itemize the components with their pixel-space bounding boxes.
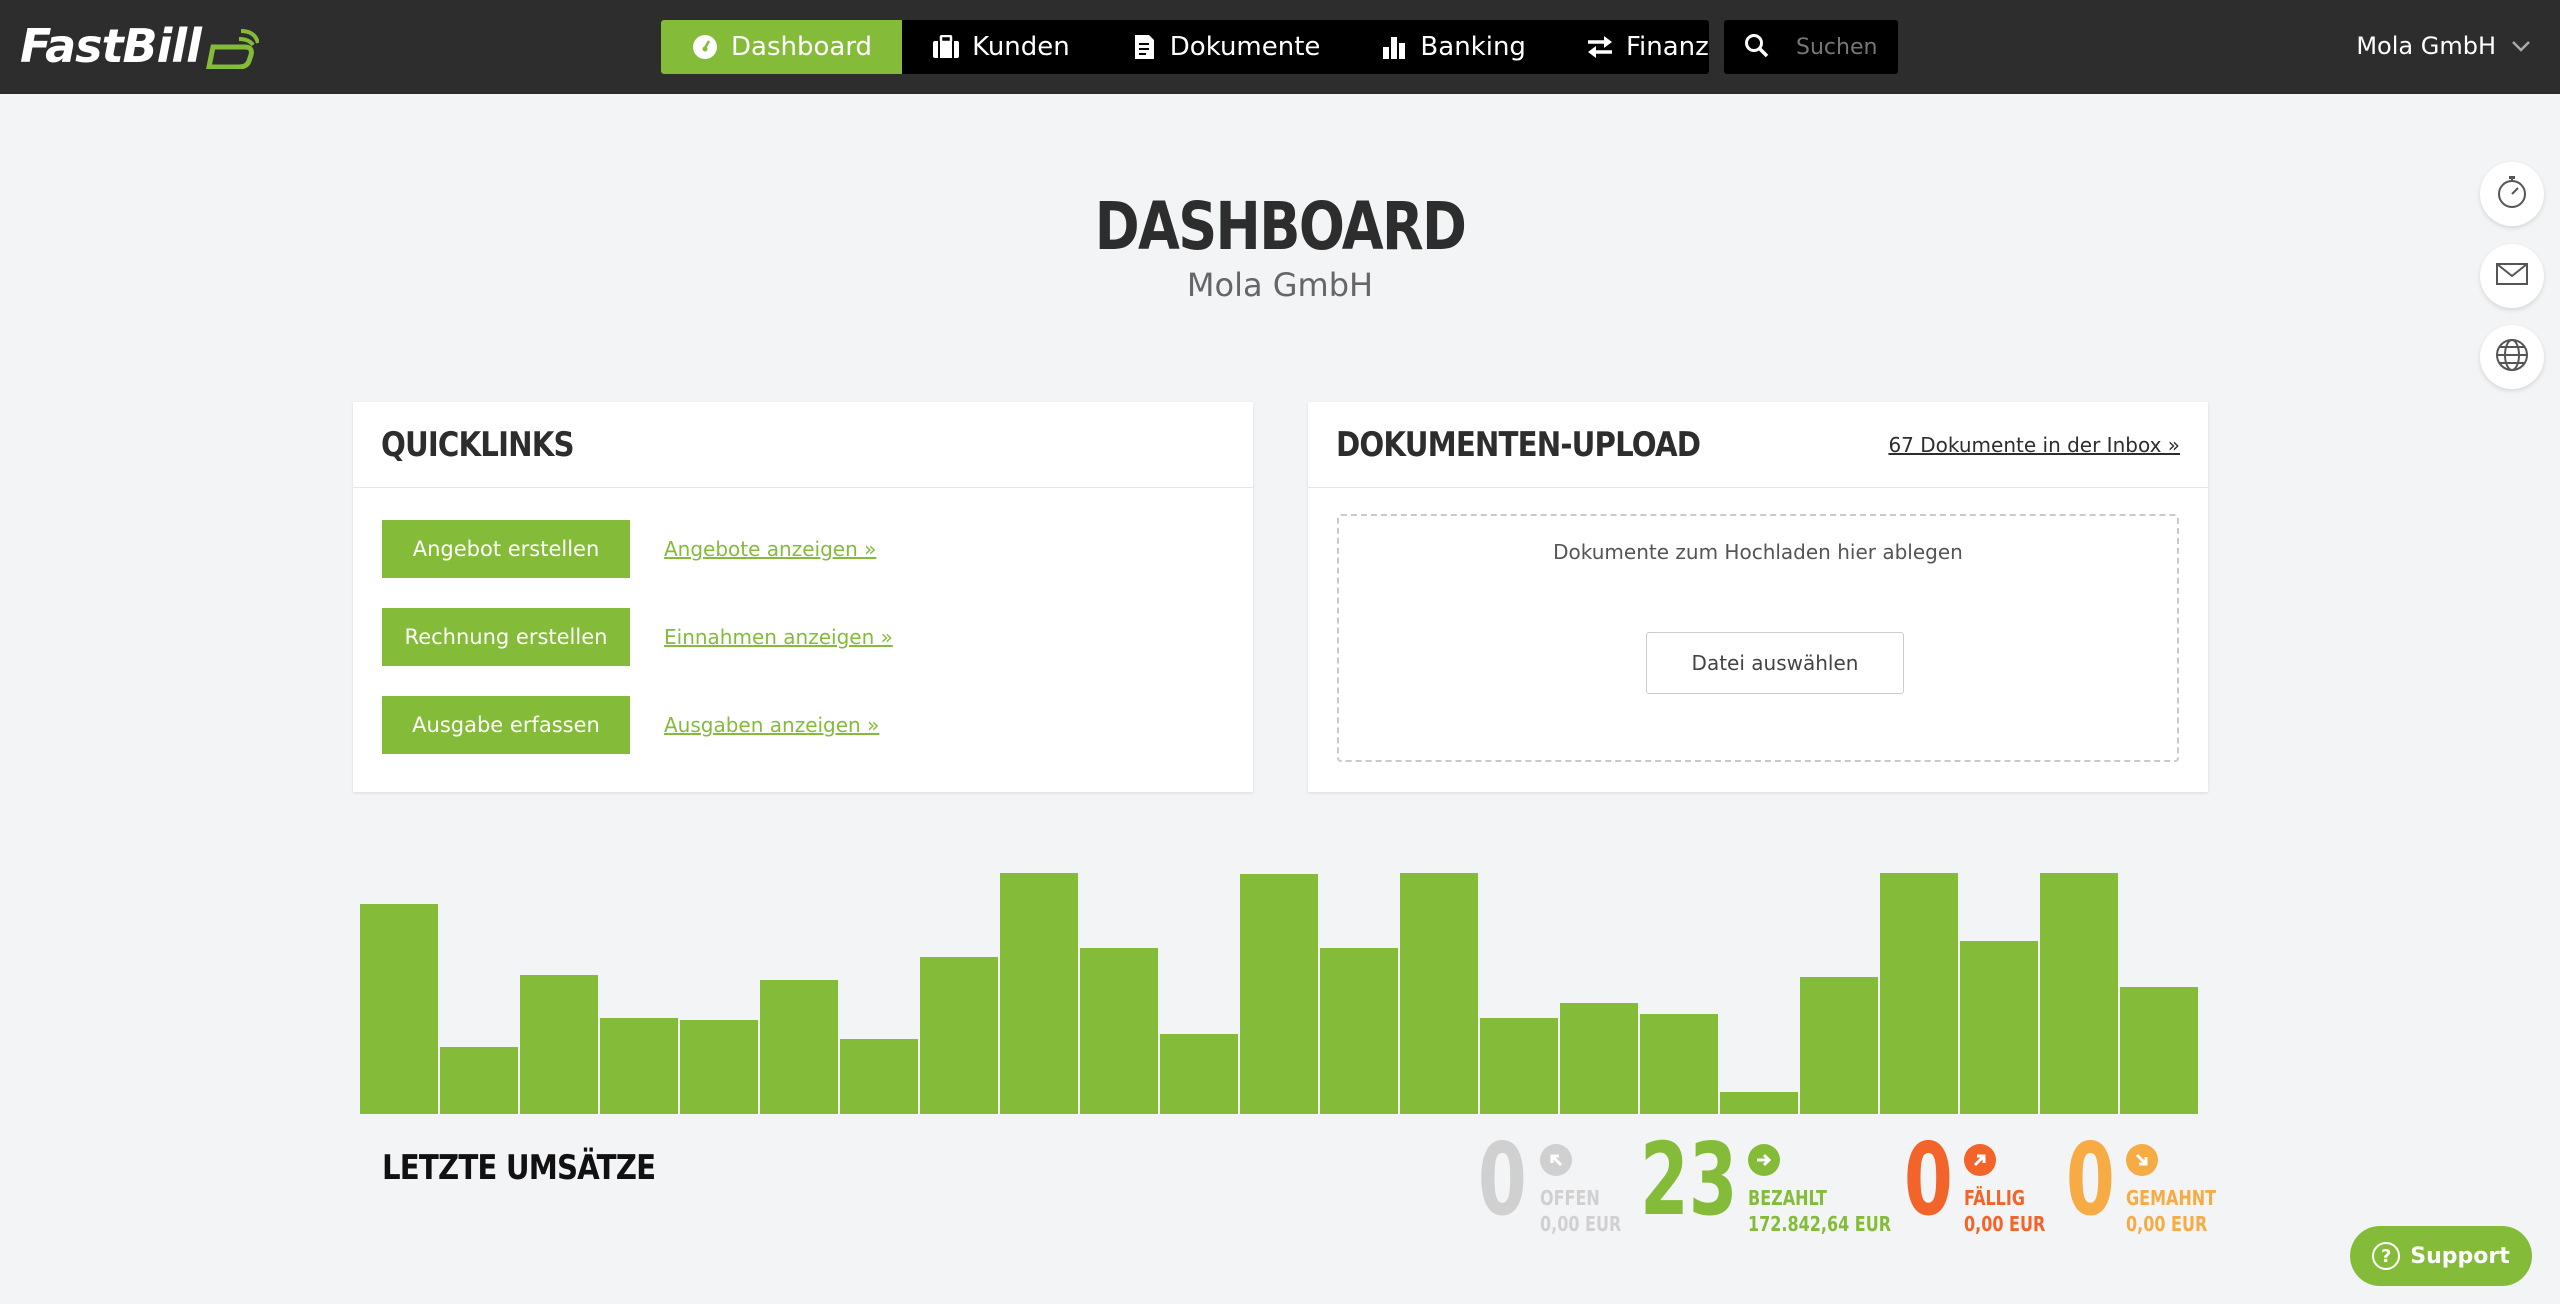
stat-due-label: FÄLLIG [1964,1186,2025,1210]
revenue-bar-chart [360,860,2200,1114]
quicklink-row: Angebot erstellen Angebote anzeigen » [382,520,876,578]
upload-title: DOKUMENTEN-UPLOAD [1336,424,1701,465]
stat-reminded-count: 0 [2066,1121,2115,1238]
time-tracking-button[interactable] [2480,162,2544,226]
choose-file-button[interactable]: Datei auswählen [1646,632,1904,694]
search-box [1724,20,1898,74]
chart-bar[interactable] [1720,1092,1798,1114]
chart-bar[interactable] [1080,948,1158,1114]
transfer-arrows-icon [1586,33,1614,61]
chart-bar[interactable] [1640,1014,1718,1114]
top-bar: FastBill Dashboard Kunden Dokumente Bank… [0,0,2560,94]
quicklink-row: Rechnung erstellen Einnahmen anzeigen » [382,608,893,666]
help-icon: ? [2372,1242,2401,1270]
stat-paid-amount: 172.842,64 EUR [1748,1212,1892,1236]
globe-icon [2495,338,2529,376]
stat-open[interactable]: 0 OFFEN 0,00 EUR [1478,1121,1621,1238]
quicklinks-card: QUICKLINKS Angebot erstellen Angebote an… [353,402,1253,792]
stat-open-label: OFFEN [1540,1186,1600,1210]
chart-bar[interactable] [760,980,838,1114]
arrow-up-right-icon [1964,1144,1996,1176]
account-menu[interactable]: Mola GmbH [2356,26,2532,66]
page-subtitle: Mola GmbH [1186,266,1374,304]
logo-text: FastBill [20,19,202,73]
chart-bar[interactable] [1800,977,1878,1114]
nav-finanzen-label: Finanzen [1625,32,1709,62]
show-expenses-link[interactable]: Ausgaben anzeigen » [664,713,879,737]
support-label: Support [2410,1243,2510,1269]
record-expense-button[interactable]: Ausgabe erfassen [382,696,630,754]
arrow-down-right-icon [2126,1144,2158,1176]
chart-bar[interactable] [1560,1003,1638,1114]
chevron-down-icon [2510,35,2532,57]
chart-bar[interactable] [2040,873,2118,1114]
fastbill-logo[interactable]: FastBill [20,18,260,74]
chart-bar[interactable] [600,1018,678,1114]
chart-bar[interactable] [1000,873,1078,1114]
create-offer-button[interactable]: Angebot erstellen [382,520,630,578]
dropzone-text: Dokumente zum Hochladen hier ablegen [1553,540,1963,564]
stat-open-amount: 0,00 EUR [1540,1212,1622,1236]
inbox-link[interactable]: 67 Dokumente in der Inbox » [1888,433,2180,457]
nav-banking[interactable]: Banking [1350,20,1556,74]
chart-bar[interactable] [1960,941,2038,1114]
upload-header: DOKUMENTEN-UPLOAD 67 Dokumente in der In… [1308,402,2208,488]
stat-due[interactable]: 0 FÄLLIG 0,00 EUR [1904,1121,2054,1238]
nav-dokumente[interactable]: Dokumente [1100,20,1351,74]
chart-bar[interactable] [1880,873,1958,1114]
logo-mark-icon [205,26,260,70]
document-icon [1130,33,1158,61]
nav-dokumente-label: Dokumente [1169,32,1321,62]
nav-finanzen[interactable]: Finanzen [1556,20,1709,74]
upload-dropzone[interactable]: Dokumente zum Hochladen hier ablegen Dat… [1337,514,2179,762]
stat-paid[interactable]: 23 BEZAHLT 172.842,64 EUR [1640,1121,1891,1238]
stopwatch-icon [2496,175,2528,213]
chart-bar[interactable] [1480,1018,1558,1114]
nav-dashboard[interactable]: Dashboard [661,20,903,74]
stat-reminded-amount: 0,00 EUR [2126,1212,2208,1236]
search-icon[interactable] [1744,33,1772,61]
account-name: Mola GmbH [2356,32,2496,60]
chart-bar[interactable] [840,1039,918,1114]
stat-due-amount: 0,00 EUR [1964,1212,2046,1236]
briefcase-icon [932,33,960,61]
chart-bar[interactable] [360,904,438,1114]
chart-bar[interactable] [440,1047,518,1114]
document-upload-card: DOKUMENTEN-UPLOAD 67 Dokumente in der In… [1308,402,2208,792]
chart-bar[interactable] [1240,874,1318,1114]
stat-paid-label: BEZAHLT [1748,1186,1827,1210]
arrow-right-icon [1748,1144,1780,1176]
arrow-up-left-icon [1540,1144,1572,1176]
chart-bar[interactable] [920,957,998,1114]
chart-bar[interactable] [1320,948,1398,1114]
show-offers-link[interactable]: Angebote anzeigen » [664,537,876,561]
chart-bar[interactable] [680,1020,758,1114]
stat-due-count: 0 [1904,1121,1953,1238]
dashboard-icon [691,33,719,61]
nav-kunden[interactable]: Kunden [902,20,1100,74]
chart-bar[interactable] [2120,987,2198,1114]
quicklinks-title: QUICKLINKS [381,424,575,465]
create-invoice-button[interactable]: Rechnung erstellen [382,608,630,666]
search-input[interactable] [1796,34,1896,60]
quicklinks-header: QUICKLINKS [353,402,1253,488]
language-button[interactable] [2480,325,2544,389]
recent-transactions-title: LETZTE UMSÄTZE [382,1148,656,1188]
quicklink-row: Ausgabe erfassen Ausgaben anzeigen » [382,696,879,754]
bar-chart-icon [1380,33,1408,61]
chart-bar[interactable] [520,975,598,1114]
support-button[interactable]: ? Support [2350,1226,2532,1286]
stat-reminded-label: GEMAHNT [2126,1186,2217,1210]
stat-paid-count: 23 [1640,1121,1738,1238]
stat-reminded[interactable]: 0 GEMAHNT 0,00 EUR [2066,1121,2217,1238]
chart-bar[interactable] [1160,1034,1238,1114]
chart-bar[interactable] [1400,873,1478,1114]
main-nav: Dashboard Kunden Dokumente Banking Finan… [661,20,1709,74]
nav-dashboard-label: Dashboard [731,32,873,62]
nav-kunden-label: Kunden [972,32,1070,62]
nav-banking-label: Banking [1420,32,1526,62]
stat-open-count: 0 [1478,1121,1527,1238]
show-income-link[interactable]: Einnahmen anzeigen » [664,625,893,649]
page-title: DASHBOARD [1094,188,1467,265]
